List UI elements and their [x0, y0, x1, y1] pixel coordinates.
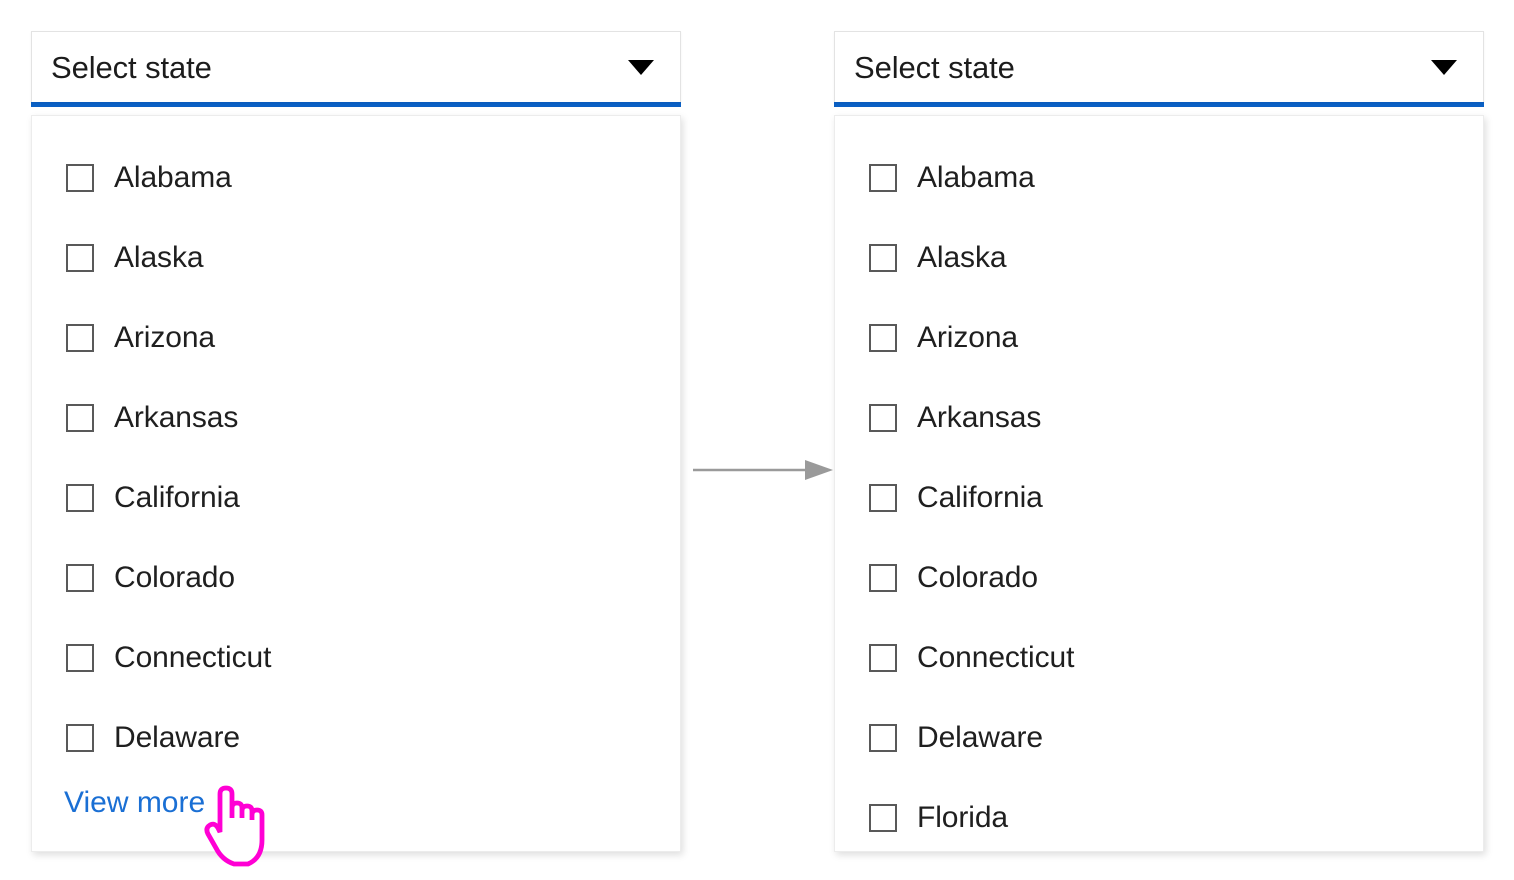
checkbox-connecticut[interactable] [869, 644, 897, 672]
list-item-label: Arkansas [917, 401, 1042, 434]
list-item[interactable]: Alaska [32, 218, 680, 298]
dropdown-option-list-after: Alabama Alaska Arizona Arkansas Californ… [834, 115, 1484, 852]
dropdown-focus-underline [31, 102, 681, 107]
checkbox-california[interactable] [869, 484, 897, 512]
checkbox-arkansas[interactable] [66, 404, 94, 432]
list-item[interactable]: Arkansas [835, 378, 1483, 458]
checkbox-delaware[interactable] [869, 724, 897, 752]
list-item[interactable]: Arizona [835, 298, 1483, 378]
list-item-label: Connecticut [114, 641, 272, 674]
list-item[interactable]: Connecticut [835, 618, 1483, 698]
right-arrow-icon [693, 460, 833, 480]
checkbox-arkansas[interactable] [869, 404, 897, 432]
list-item[interactable]: Colorado [32, 538, 680, 618]
list-item-label: Connecticut [917, 641, 1075, 674]
list-item-label: Florida [917, 801, 1008, 834]
checkbox-alaska[interactable] [869, 244, 897, 272]
list-item-label: Delaware [114, 721, 240, 754]
checkbox-colorado[interactable] [66, 564, 94, 592]
checkbox-arizona[interactable] [869, 324, 897, 352]
list-item-label: Alaska [114, 241, 204, 274]
list-item[interactable]: Delaware [835, 698, 1483, 778]
list-item[interactable]: Arkansas [32, 378, 680, 458]
chevron-down-icon[interactable] [1431, 59, 1457, 75]
list-item[interactable]: Alabama [32, 138, 680, 218]
dropdown-label: Select state [854, 49, 1015, 85]
checkbox-california[interactable] [66, 484, 94, 512]
chevron-down-icon[interactable] [628, 59, 654, 75]
list-item[interactable]: California [32, 458, 680, 538]
list-item-label: Alabama [917, 161, 1035, 194]
list-item[interactable]: Alabama [835, 138, 1483, 218]
state-dropdown-before: Select state Alabama Alaska Arizona Arka… [31, 31, 681, 852]
list-item-label: Colorado [917, 561, 1038, 594]
list-item[interactable]: California [835, 458, 1483, 538]
list-item-label: Arkansas [114, 401, 239, 434]
dropdown-header-before[interactable]: Select state [31, 31, 681, 102]
dropdown-header-after[interactable]: Select state [834, 31, 1484, 102]
checkbox-alaska[interactable] [66, 244, 94, 272]
state-dropdown-after: Select state Alabama Alaska Arizona Arka… [834, 31, 1484, 852]
list-item[interactable]: Connecticut [32, 618, 680, 698]
dropdown-label: Select state [51, 49, 212, 85]
list-item-label: Arizona [114, 321, 216, 354]
list-item[interactable]: Arizona [32, 298, 680, 378]
list-item[interactable]: Florida [835, 778, 1483, 858]
list-item-label: Delaware [917, 721, 1043, 754]
view-more-link[interactable]: View more [32, 778, 680, 818]
dropdown-option-list-before: Alabama Alaska Arizona Arkansas Californ… [31, 115, 681, 852]
checkbox-colorado[interactable] [869, 564, 897, 592]
checkbox-florida[interactable] [869, 804, 897, 832]
list-item-label: California [917, 481, 1043, 514]
checkbox-arizona[interactable] [66, 324, 94, 352]
checkbox-alabama[interactable] [869, 164, 897, 192]
list-item-label: Arizona [917, 321, 1019, 354]
list-item[interactable]: Alaska [835, 218, 1483, 298]
list-item[interactable]: Delaware [32, 698, 680, 778]
checkbox-connecticut[interactable] [66, 644, 94, 672]
list-item-label: California [114, 481, 240, 514]
list-item-label: Alaska [917, 241, 1007, 274]
list-item-label: Colorado [114, 561, 235, 594]
list-item[interactable]: Colorado [835, 538, 1483, 618]
list-item-label: Alabama [114, 161, 232, 194]
dropdown-focus-underline [834, 102, 1484, 107]
checkbox-alabama[interactable] [66, 164, 94, 192]
checkbox-delaware[interactable] [66, 724, 94, 752]
